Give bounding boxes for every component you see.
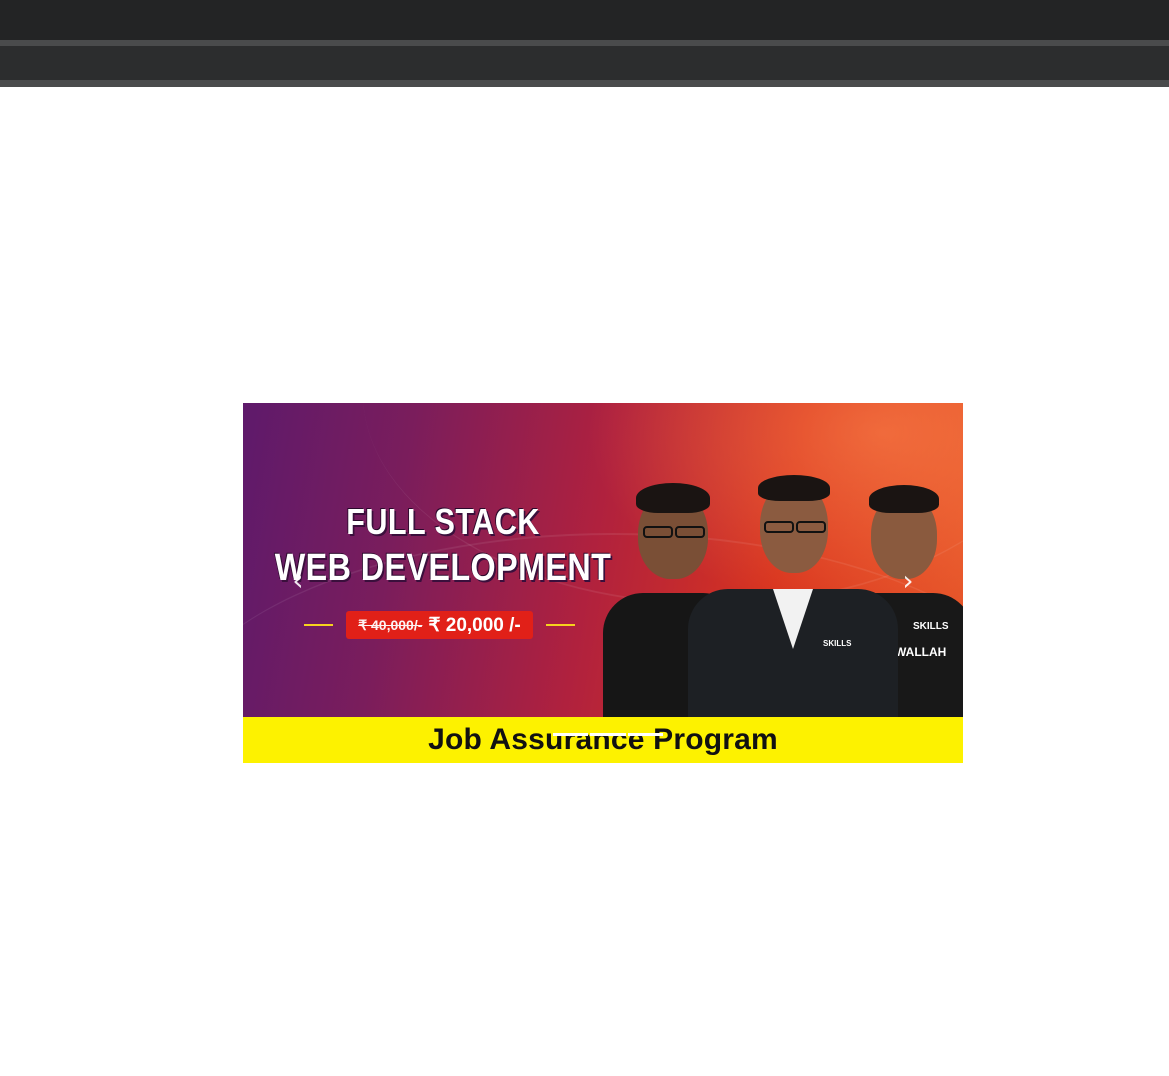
brand-logo-right-top: SKILLS	[913, 621, 949, 632]
banner-title-line-1: FULL STACK	[346, 501, 540, 542]
instructor-photo-center: SKILLS	[688, 475, 898, 729]
instructor-hair	[758, 475, 830, 501]
carousel-prev-arrow[interactable]: ‹	[283, 566, 313, 596]
program-strip: Job Assurance Program	[243, 717, 963, 763]
glasses	[764, 521, 794, 533]
navigation-bar	[0, 46, 1169, 80]
carousel-indicators[interactable]	[553, 733, 663, 737]
price-divider-left	[304, 624, 333, 626]
brand-logo-right: WALLAH	[895, 645, 947, 659]
carousel-indicator[interactable]	[590, 733, 626, 736]
glasses	[643, 526, 673, 538]
navigation-bar-separator	[0, 80, 1169, 87]
carousel-indicator[interactable]	[553, 733, 589, 736]
banner-title-line-2: WEB DEVELOPMENT	[274, 547, 612, 589]
program-label: Job Assurance Program	[428, 723, 778, 756]
carousel-indicator[interactable]	[627, 733, 663, 736]
promo-banner-carousel[interactable]: FULL STACK WEB DEVELOPMENT ₹ 40,000/- ₹ …	[243, 403, 963, 763]
price-badge: ₹ 40,000/- ₹ 20,000 /-	[346, 611, 533, 639]
price-divider-right	[546, 624, 575, 626]
browser-top-bar	[0, 0, 1169, 40]
glasses	[796, 521, 826, 533]
discounted-price: ₹ 20,000 /-	[428, 614, 521, 636]
carousel-next-arrow[interactable]: ›	[893, 566, 923, 596]
original-price: ₹ 40,000/-	[358, 616, 423, 633]
brand-logo-center: SKILLS	[823, 639, 852, 648]
